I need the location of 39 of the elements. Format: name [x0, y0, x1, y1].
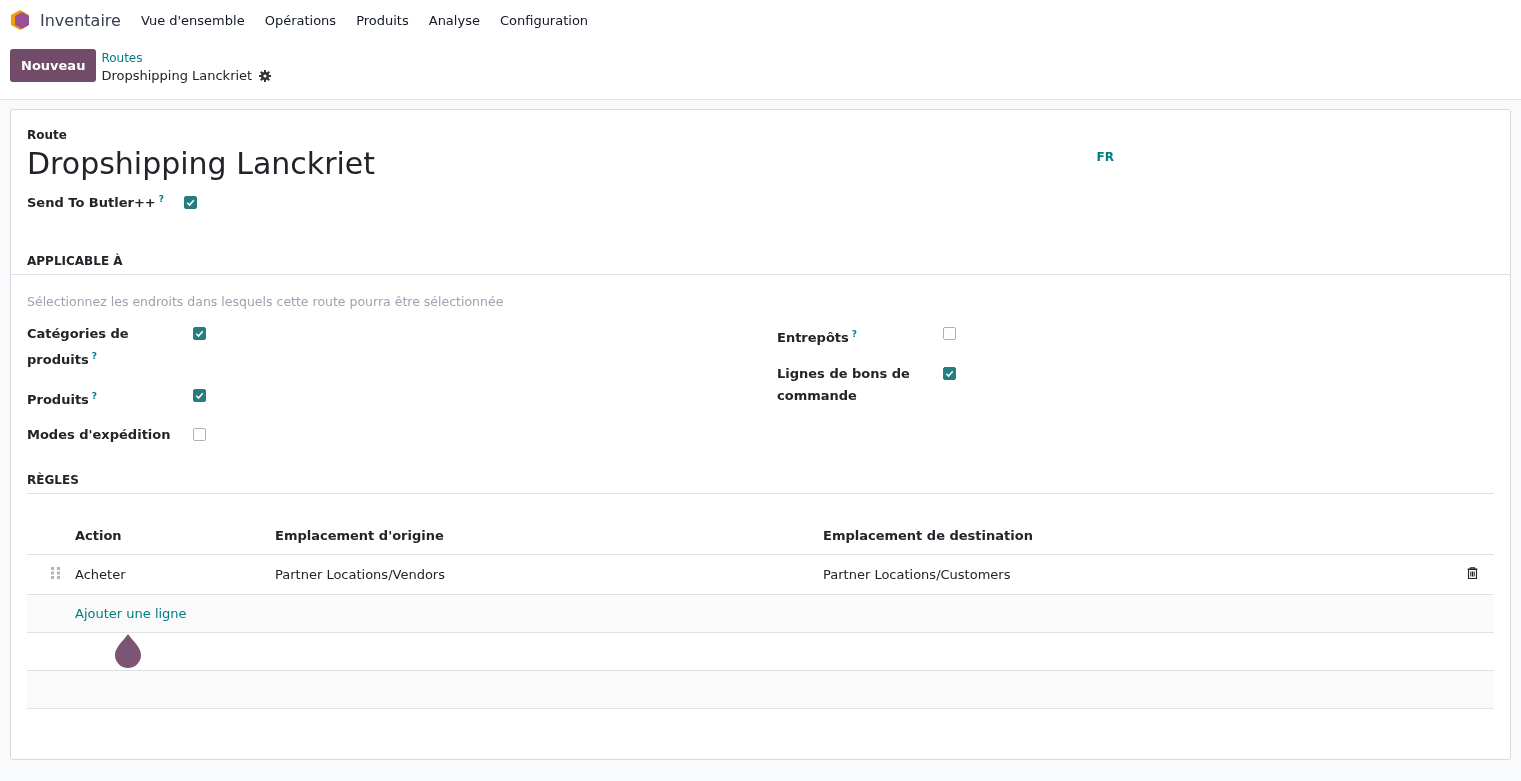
column-header[interactable]: Emplacement d'origine — [275, 528, 444, 544]
new-button[interactable]: Nouveau — [10, 49, 97, 82]
menu-item[interactable]: Opérations — [254, 12, 347, 28]
section-description: Sélectionnez les endroits dans lesquels cette route pourra être sélectionnée — [26, 294, 505, 310]
checkbox[interactable] — [193, 428, 206, 441]
column-header[interactable]: Action — [75, 528, 122, 544]
app-name[interactable]: Inventaire — [40, 10, 121, 30]
menu-item[interactable]: Analyse — [418, 12, 490, 28]
checkbox[interactable] — [943, 366, 956, 380]
field-label: Catégories de produits $^{?}$ — [27, 325, 130, 370]
language-button[interactable]: FR — [1096, 150, 1114, 184]
column-header[interactable]: Emplacement de destination — [823, 528, 1033, 544]
menu-item[interactable]: Vue d'ensemble — [130, 12, 255, 28]
checkbox[interactable] — [193, 388, 206, 402]
trash-icon[interactable] — [1467, 567, 1478, 579]
drop-icon — [115, 634, 141, 669]
record-title: Dropshipping Lanckriet — [101, 67, 253, 84]
menu-item[interactable]: Configuration — [489, 12, 599, 28]
breadcrumb-link[interactable]: Routes — [101, 50, 272, 67]
menu-item[interactable]: Produits — [346, 12, 419, 28]
checkbox[interactable] — [183, 195, 197, 209]
drag-handle-icon[interactable] — [51, 567, 60, 579]
field-label: Lignes de bons de commande — [777, 364, 911, 405]
checkbox[interactable] — [193, 327, 206, 341]
route-name[interactable]: Dropshipping Lanckriet — [27, 144, 376, 184]
field-label: Send To Butler++ $^{?}$ — [27, 194, 164, 211]
section-title: RÈGLES — [27, 473, 1494, 494]
add-line-link[interactable]: Ajouter une ligne — [75, 606, 187, 621]
field-label: Route — [27, 128, 68, 142]
field-label: Modes d'expédition — [27, 426, 172, 444]
field-label: Entrepôts $^{?}$ — [777, 328, 858, 348]
gear-icon[interactable] — [259, 69, 272, 82]
field-label: Produits $^{?}$ — [27, 389, 99, 409]
table-cell: Partner Locations/Vendors — [275, 567, 445, 582]
table-cell: Acheter — [75, 567, 126, 582]
section-title: APPLICABLE À — [11, 254, 1510, 276]
hexagon-logo-icon[interactable] — [10, 9, 30, 31]
checkbox[interactable] — [943, 327, 956, 341]
table-cell: Partner Locations/Customers — [823, 567, 1011, 582]
